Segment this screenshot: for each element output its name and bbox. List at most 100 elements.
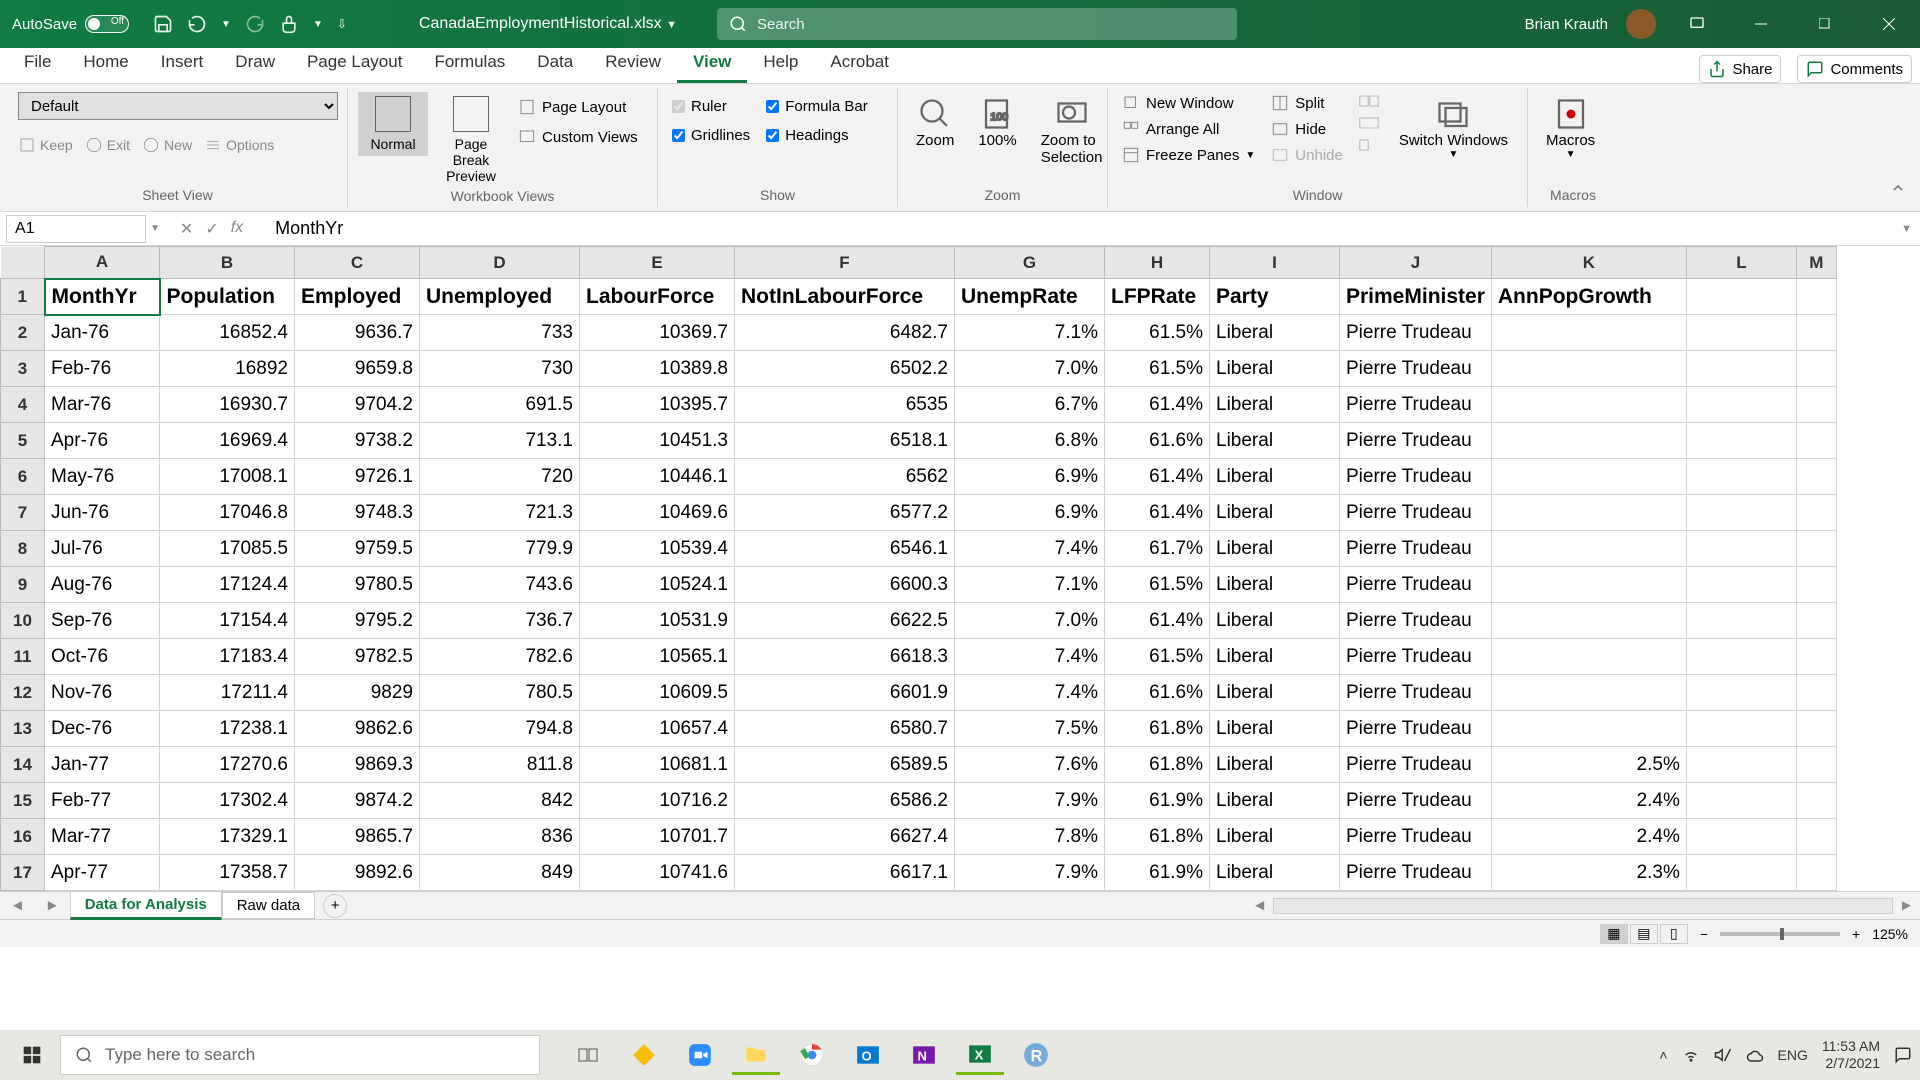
cell[interactable]: 61.8%	[1105, 711, 1210, 747]
cell[interactable]: Mar-77	[45, 819, 160, 855]
add-sheet-button[interactable]: +	[323, 894, 347, 918]
cell[interactable]	[1796, 387, 1836, 423]
options-button[interactable]: Options	[204, 136, 274, 154]
cell[interactable]: Pierre Trudeau	[1340, 495, 1492, 531]
cell[interactable]: Pierre Trudeau	[1340, 639, 1492, 675]
autosave-toggle[interactable]	[85, 15, 129, 33]
cell[interactable]	[1796, 459, 1836, 495]
qat-customize-icon[interactable]: ⇩	[337, 17, 347, 31]
cell[interactable]: PrimeMinister	[1340, 279, 1492, 315]
normal-view-button[interactable]: Normal	[358, 92, 428, 156]
cell[interactable]: 61.5%	[1105, 351, 1210, 387]
cell[interactable]: 9636.7	[295, 315, 420, 351]
cell[interactable]: Pierre Trudeau	[1340, 747, 1492, 783]
cell[interactable]: 6.9%	[955, 459, 1105, 495]
cell[interactable]: 2.3%	[1491, 855, 1686, 891]
cell[interactable]: Employed	[295, 279, 420, 315]
column-header[interactable]: B	[160, 247, 295, 279]
undo-icon[interactable]	[187, 14, 207, 34]
task-view-icon[interactable]	[564, 1035, 612, 1075]
zoom-selection-button[interactable]: Zoom to Selection	[1033, 92, 1111, 170]
column-header[interactable]: M	[1796, 247, 1836, 279]
cell[interactable]: Liberal	[1210, 567, 1340, 603]
cell[interactable]: Oct-76	[45, 639, 160, 675]
cell[interactable]: 17085.5	[160, 531, 295, 567]
cell[interactable]: 61.8%	[1105, 747, 1210, 783]
cell[interactable]	[1491, 567, 1686, 603]
cell[interactable]: 61.9%	[1105, 783, 1210, 819]
cell[interactable]: 7.0%	[955, 603, 1105, 639]
maximize-icon[interactable]	[1802, 8, 1848, 40]
name-box-dropdown-icon[interactable]: ▼	[146, 223, 164, 234]
cell[interactable]	[1491, 459, 1686, 495]
onenote-icon[interactable]: N	[900, 1035, 948, 1075]
cell[interactable]: UnempRate	[955, 279, 1105, 315]
search-input[interactable]	[757, 16, 1225, 33]
cell[interactable]	[1686, 351, 1796, 387]
ribbon-tab-file[interactable]: File	[8, 44, 67, 83]
cell[interactable]: 9795.2	[295, 603, 420, 639]
name-box[interactable]	[6, 215, 146, 243]
custom-views-button[interactable]: Custom Views	[514, 126, 642, 148]
ribbon-tab-formulas[interactable]: Formulas	[418, 44, 521, 83]
cell[interactable]: 7.4%	[955, 675, 1105, 711]
split-button[interactable]: Split	[1267, 92, 1347, 114]
keep-button[interactable]: Keep	[18, 136, 73, 154]
cell[interactable]: 10716.2	[580, 783, 735, 819]
row-header[interactable]: 9	[1, 567, 45, 603]
cell[interactable]	[1796, 855, 1836, 891]
cell[interactable]: Pierre Trudeau	[1340, 675, 1492, 711]
taskbar-search[interactable]: Type here to search	[60, 1035, 540, 1075]
ribbon-tab-acrobat[interactable]: Acrobat	[814, 44, 905, 83]
cell[interactable]: Liberal	[1210, 387, 1340, 423]
row-header[interactable]: 12	[1, 675, 45, 711]
cell[interactable]: 6627.4	[735, 819, 955, 855]
autosave-control[interactable]: AutoSave	[0, 15, 141, 33]
hide-button[interactable]: Hide	[1267, 118, 1347, 140]
touch-dropdown-icon[interactable]: ▼	[313, 19, 323, 30]
sheet-view-dropdown[interactable]: Default	[18, 92, 338, 120]
cell[interactable]: Liberal	[1210, 315, 1340, 351]
cell[interactable]: Pierre Trudeau	[1340, 351, 1492, 387]
ribbon-tab-data[interactable]: Data	[521, 44, 589, 83]
cell[interactable]	[1491, 387, 1686, 423]
undo-dropdown-icon[interactable]: ▼	[221, 19, 231, 30]
tray-expand-icon[interactable]: ˄	[1659, 1047, 1667, 1063]
cell[interactable]: 10539.4	[580, 531, 735, 567]
cell[interactable]: 17329.1	[160, 819, 295, 855]
cell[interactable]: Feb-77	[45, 783, 160, 819]
reset-position-button[interactable]	[1355, 136, 1383, 154]
cell[interactable]: Nov-76	[45, 675, 160, 711]
row-header[interactable]: 6	[1, 459, 45, 495]
cell[interactable]: 6601.9	[735, 675, 955, 711]
cell[interactable]: Pierre Trudeau	[1340, 531, 1492, 567]
page-layout-button[interactable]: Page Layout	[514, 96, 642, 118]
row-header[interactable]: 5	[1, 423, 45, 459]
cell[interactable]	[1796, 675, 1836, 711]
cell[interactable]: Jan-77	[45, 747, 160, 783]
ribbon-tab-page-layout[interactable]: Page Layout	[291, 44, 418, 83]
app-icon-1[interactable]	[620, 1035, 668, 1075]
cell[interactable]: 720	[420, 459, 580, 495]
cell[interactable]: 9704.2	[295, 387, 420, 423]
cell[interactable]: 9726.1	[295, 459, 420, 495]
column-header[interactable]: C	[295, 247, 420, 279]
cell[interactable]	[1686, 423, 1796, 459]
cell[interactable]: Liberal	[1210, 531, 1340, 567]
exit-button[interactable]: Exit	[85, 136, 130, 154]
file-name[interactable]: CanadaEmploymentHistorical.xlsx ▼	[419, 15, 677, 33]
row-header[interactable]: 17	[1, 855, 45, 891]
cell[interactable]: 794.8	[420, 711, 580, 747]
cell[interactable]: Pierre Trudeau	[1340, 567, 1492, 603]
cell[interactable]	[1796, 783, 1836, 819]
zoom-out-icon[interactable]: −	[1700, 926, 1708, 942]
cell[interactable]: Liberal	[1210, 711, 1340, 747]
cell[interactable]	[1686, 495, 1796, 531]
avatar[interactable]	[1626, 9, 1656, 39]
cell[interactable]: 7.4%	[955, 531, 1105, 567]
cell[interactable]: 6535	[735, 387, 955, 423]
cell[interactable]: 61.4%	[1105, 387, 1210, 423]
cell[interactable]: 61.6%	[1105, 423, 1210, 459]
cell[interactable]: 6618.3	[735, 639, 955, 675]
cell[interactable]: 7.1%	[955, 315, 1105, 351]
